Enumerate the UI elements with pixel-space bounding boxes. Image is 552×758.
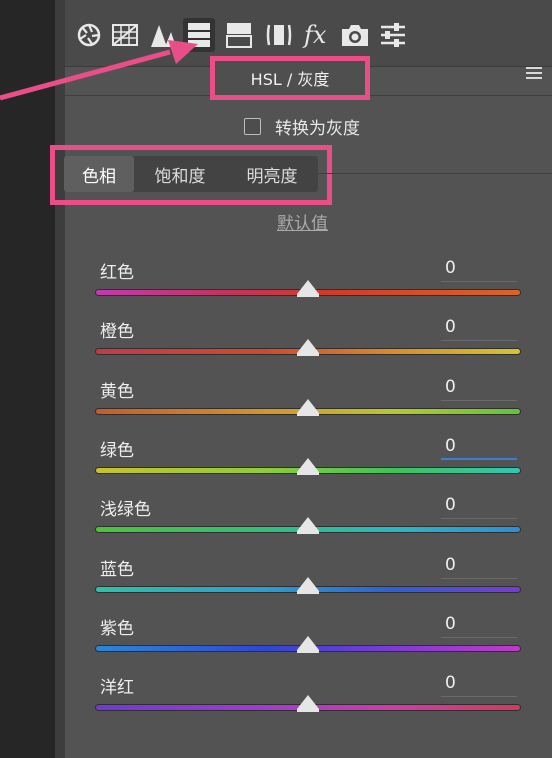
slider-value-field[interactable]: 0 xyxy=(441,555,517,579)
hsl-slider-row: 绿色 0 xyxy=(96,436,520,496)
tab-saturation[interactable]: 饱和度 xyxy=(134,156,226,192)
slider-thumb-base[interactable] xyxy=(297,709,319,713)
tab-hue[interactable]: 色相 xyxy=(64,156,134,192)
slider-label: 橙色 xyxy=(100,322,134,343)
slider-label: 蓝色 xyxy=(100,559,134,580)
hsl-slider-row: 橙色 0 xyxy=(96,317,520,377)
slider-thumb-base[interactable] xyxy=(297,353,319,357)
split-toning-icon[interactable] xyxy=(223,18,255,52)
slider-thumb[interactable] xyxy=(297,280,319,294)
convert-grayscale-row[interactable]: 转换为灰度 xyxy=(244,114,360,139)
tone-curve-icon[interactable] xyxy=(109,18,141,52)
hsl-slider-row: 紫色 0 xyxy=(96,614,520,674)
slider-thumb-base[interactable] xyxy=(297,649,319,653)
hsl-grayscale-icon[interactable] xyxy=(183,18,215,52)
hsl-slider-row: 黄色 0 xyxy=(96,377,520,437)
slider-label: 红色 xyxy=(100,263,134,283)
hsl-slider-row: 蓝色 0 xyxy=(96,555,520,615)
slider-value-field[interactable]: 0 xyxy=(441,436,517,460)
hsl-tab-bar: 色相 饱和度 明亮度 xyxy=(64,156,318,192)
panel-title: HSL / 灰度 xyxy=(210,56,370,100)
slider-thumb-base[interactable] xyxy=(297,412,319,416)
left-dark-area xyxy=(0,0,55,758)
slider-value-field[interactable]: 0 xyxy=(441,377,517,401)
slider-thumb-base[interactable] xyxy=(297,590,319,594)
slider-thumb-base[interactable] xyxy=(297,294,319,297)
basic-aperture-icon[interactable] xyxy=(73,18,105,52)
slider-value-field[interactable]: 0 xyxy=(441,673,517,698)
tab-luminance[interactable]: 明亮度 xyxy=(226,156,318,192)
lens-corrections-icon[interactable] xyxy=(263,18,295,52)
slider-thumb[interactable] xyxy=(297,339,319,354)
slider-label: 浅绿色 xyxy=(100,500,151,521)
hsl-slider-row: 洋红 0 xyxy=(96,673,520,733)
effects-icon[interactable]: fx xyxy=(301,18,333,52)
slider-label: 紫色 xyxy=(100,618,134,639)
slider-label: 黄色 xyxy=(100,381,134,402)
tabs-divider xyxy=(318,173,552,174)
slider-thumb-base[interactable] xyxy=(297,531,319,535)
slider-thumb[interactable] xyxy=(297,457,319,472)
convert-grayscale-checkbox[interactable] xyxy=(244,117,261,135)
slider-thumb[interactable] xyxy=(297,576,319,591)
detail-icon[interactable] xyxy=(147,18,179,52)
slider-label: 洋红 xyxy=(100,678,134,699)
effects-icon-text: fx xyxy=(302,21,327,49)
camera-calibration-icon[interactable] xyxy=(339,18,371,52)
slider-thumb[interactable] xyxy=(297,635,319,650)
convert-grayscale-label: 转换为灰度 xyxy=(275,118,360,139)
slider-value-field[interactable]: 0 xyxy=(441,258,517,282)
slider-thumb-base[interactable] xyxy=(297,471,319,475)
hsl-slider-row: 红色 0 xyxy=(96,258,520,318)
slider-thumb[interactable] xyxy=(297,517,319,532)
slider-label: 绿色 xyxy=(100,440,134,461)
panel-menu-icon[interactable] xyxy=(526,67,542,81)
slider-value-field[interactable]: 0 xyxy=(441,317,517,342)
slider-value-field[interactable]: 0 xyxy=(441,614,517,638)
hsl-slider-row: 浅绿色 0 xyxy=(96,495,520,555)
slider-thumb[interactable] xyxy=(297,398,319,413)
left-panel-edge xyxy=(55,0,65,758)
slider-value-field[interactable]: 0 xyxy=(441,495,517,520)
slider-thumb[interactable] xyxy=(297,695,319,710)
default-link[interactable]: 默认值 xyxy=(277,209,328,234)
presets-icon[interactable] xyxy=(377,18,409,52)
